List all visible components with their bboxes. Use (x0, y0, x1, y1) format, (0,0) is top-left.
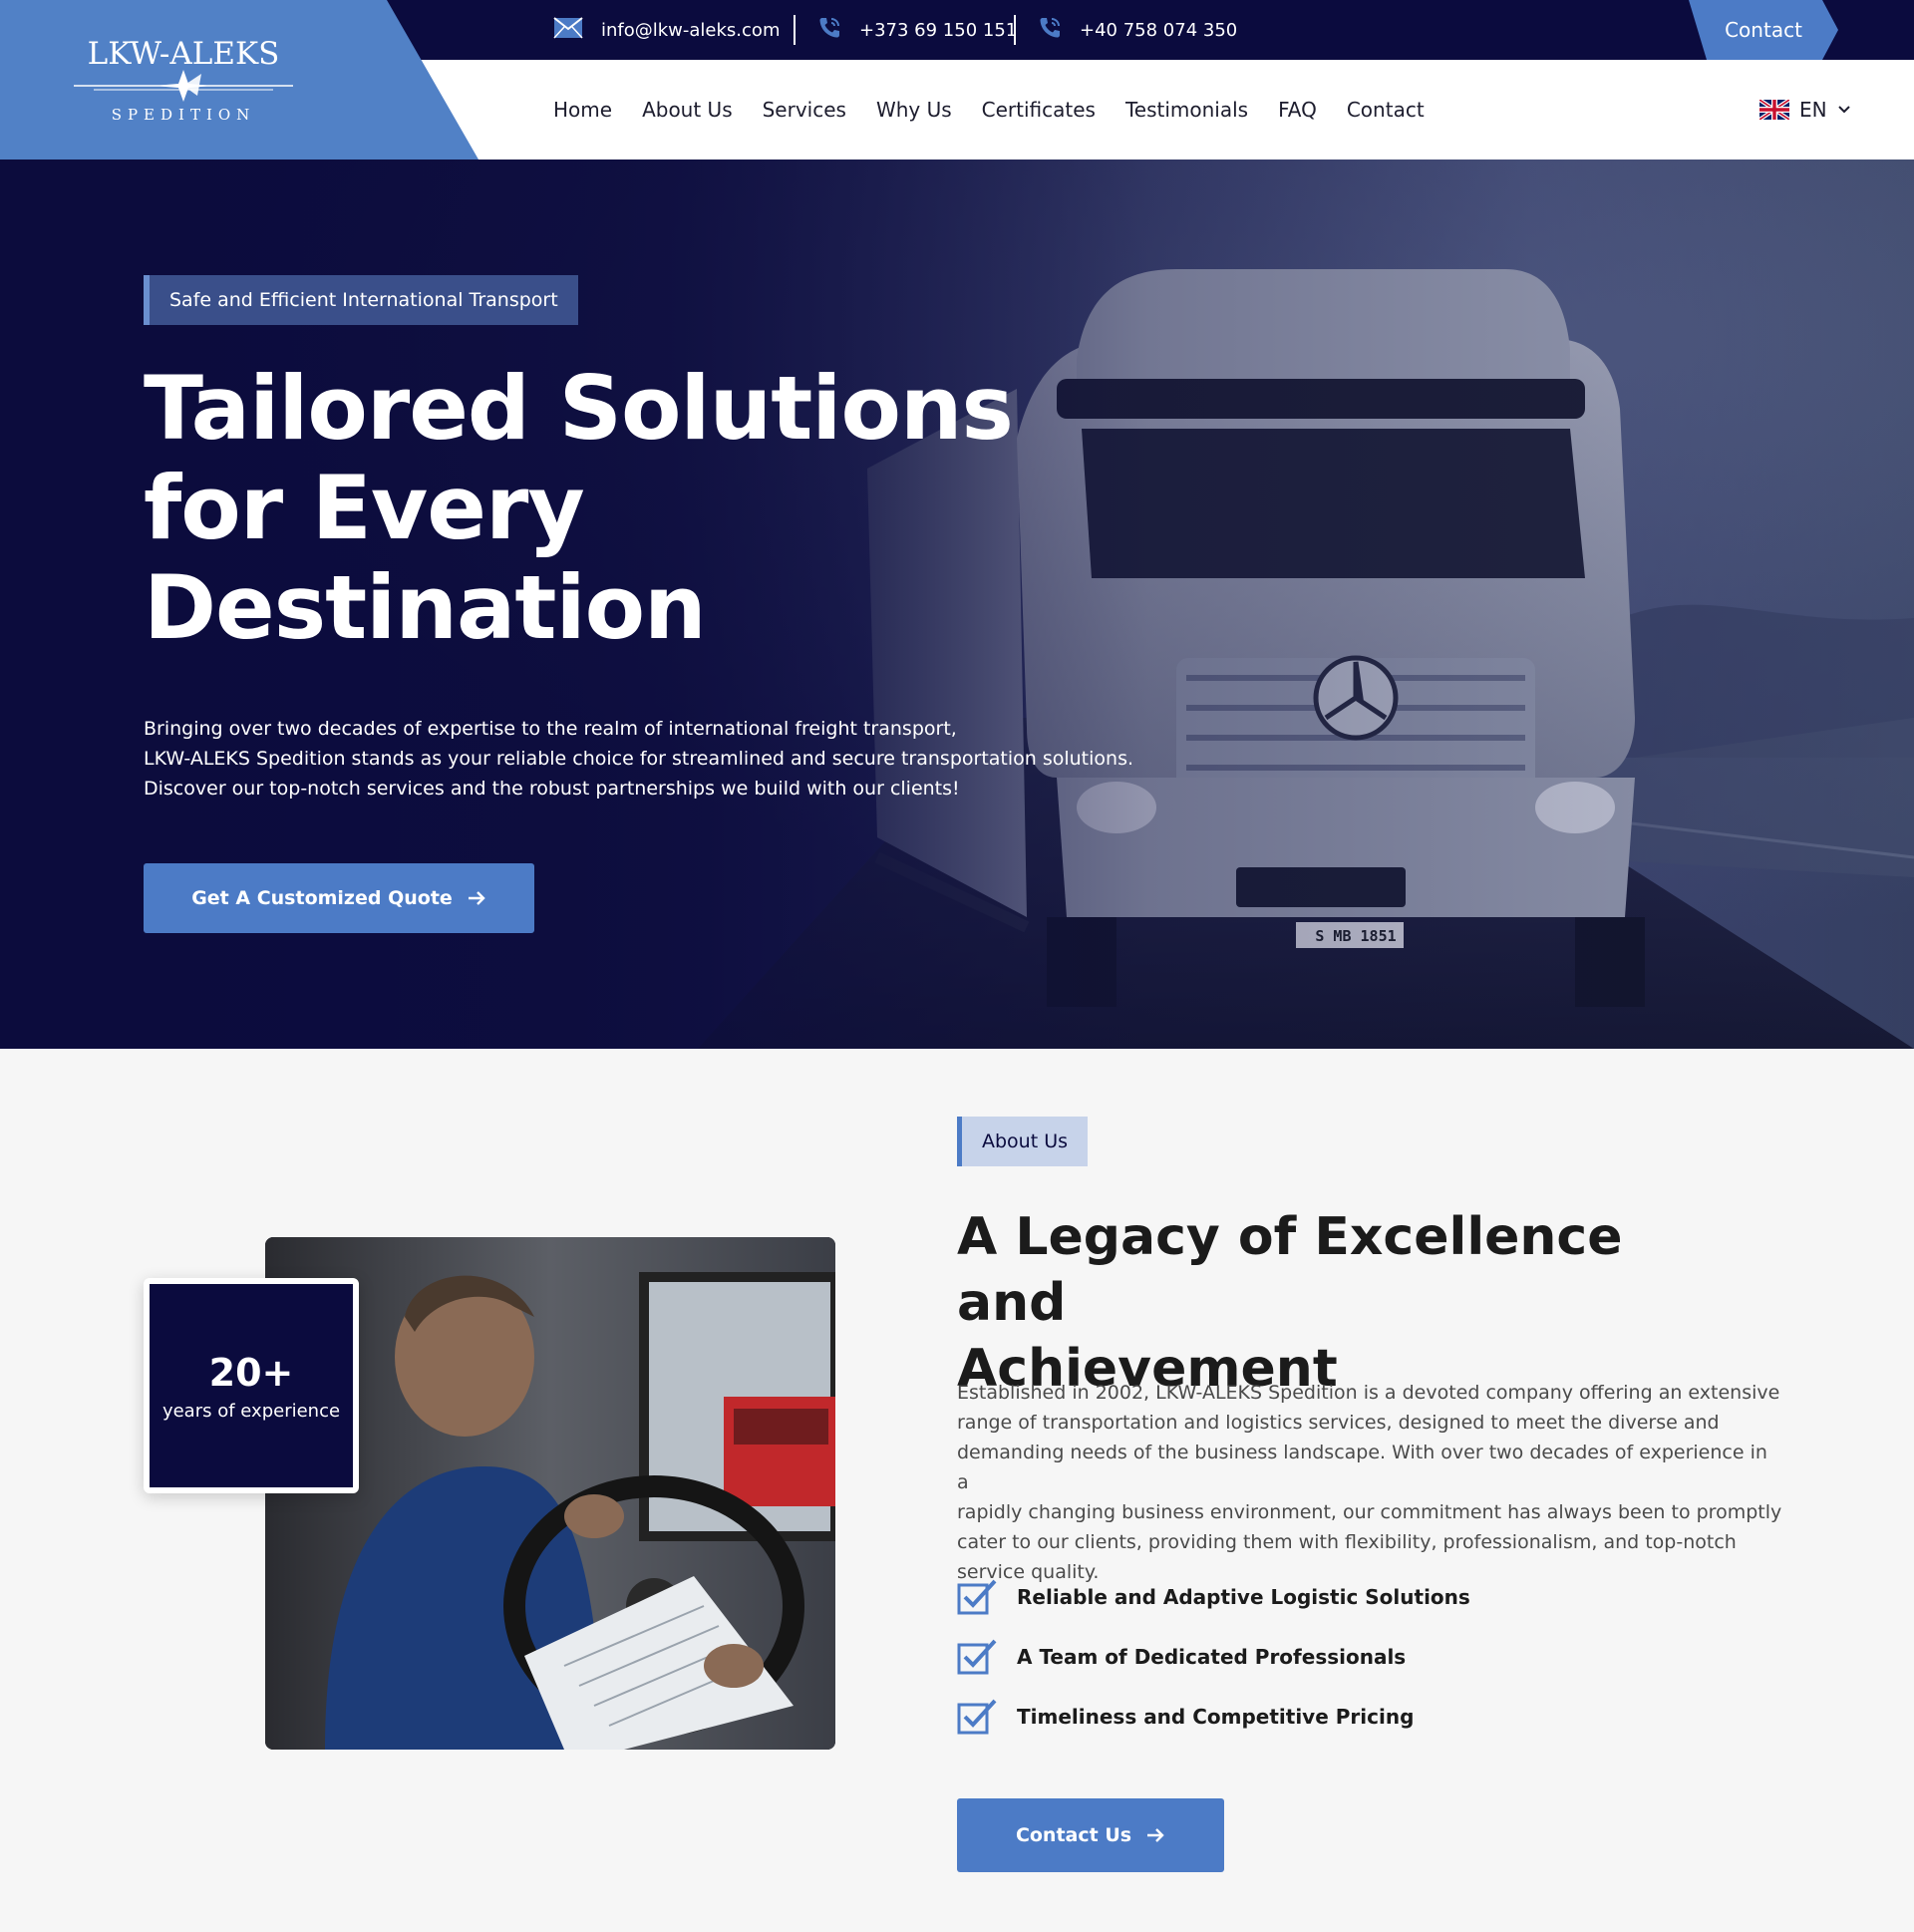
phone-icon (817, 16, 841, 45)
topbar-contact-button[interactable]: Contact (1689, 0, 1838, 60)
separator (1014, 15, 1016, 45)
language-selector[interactable]: EN (1759, 60, 1851, 160)
nav-why-us[interactable]: Why Us (876, 98, 952, 122)
about-description: Established in 2002, LKW-ALEKS Spedition… (957, 1382, 1782, 1583)
checkbox-icon (957, 1699, 997, 1735)
chevron-down-icon (1837, 106, 1850, 114)
phone1-link[interactable]: +373 69 150 151 (817, 0, 1017, 60)
phone2-link[interactable]: +40 758 074 350 (1038, 0, 1237, 60)
compass-star-icon (74, 70, 293, 102)
license-plate: S MB 1851 (1315, 927, 1397, 945)
envelope-icon (553, 16, 583, 44)
about-title: A Legacy of Excellence and Achievement (957, 1207, 1623, 1399)
hero-description: Bringing over two decades of expertise t… (144, 718, 1134, 800)
checkbox-icon (957, 1579, 997, 1615)
experience-number: 20+ (208, 1350, 294, 1395)
phone1-text: +373 69 150 151 (859, 19, 1018, 41)
separator (794, 15, 796, 45)
experience-card: 20+ years of experience (144, 1278, 359, 1493)
nav-certificates[interactable]: Certificates (982, 98, 1096, 122)
checkbox-icon (957, 1639, 997, 1675)
nav-testimonials[interactable]: Testimonials (1125, 98, 1248, 122)
nav-about-us[interactable]: About Us (642, 98, 733, 122)
phone2-text: +40 758 074 350 (1080, 19, 1238, 41)
feature-item: A Team of Dedicated Professionals (957, 1639, 1406, 1675)
hero-title: Tailored Solutions for Every Destination (144, 357, 1014, 659)
email-link[interactable]: info@lkw-aleks.com (553, 0, 780, 60)
feature-item: Reliable and Adaptive Logistic Solutions (957, 1579, 1470, 1615)
contact-us-button[interactable]: Contact Us (957, 1798, 1224, 1872)
logo[interactable]: LKW-ALEKS SPEDITION (74, 36, 293, 124)
feature-item: Timeliness and Competitive Pricing (957, 1699, 1414, 1735)
language-code: EN (1799, 98, 1827, 122)
email-text: info@lkw-aleks.com (601, 19, 781, 41)
about-badge: About Us (957, 1117, 1089, 1166)
logo-subtitle: SPEDITION (111, 106, 256, 124)
hero-section: S MB 1851 Safe and Efficient Internation… (0, 160, 1914, 1049)
nav-faq[interactable]: FAQ (1278, 98, 1317, 122)
get-quote-button[interactable]: Get A Customized Quote (144, 863, 534, 933)
nav-home[interactable]: Home (553, 98, 612, 122)
uk-flag-icon (1759, 100, 1789, 120)
arrow-right-icon (1147, 1828, 1164, 1842)
arrow-right-icon (468, 891, 485, 905)
main-nav: Home About Us Services Why Us Certificat… (553, 60, 1454, 160)
experience-label: years of experience (161, 1400, 341, 1422)
phone-icon (1038, 16, 1062, 45)
nav-contact[interactable]: Contact (1347, 98, 1425, 122)
logo-name: LKW-ALEKS (87, 36, 280, 72)
nav-services[interactable]: Services (763, 98, 846, 122)
hero-badge: Safe and Efficient International Transpo… (144, 275, 578, 325)
